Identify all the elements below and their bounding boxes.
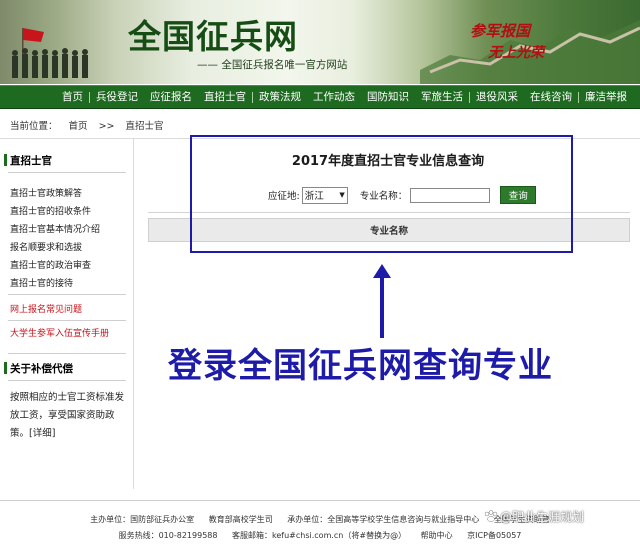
nav-item[interactable]: 国防知识 [361, 86, 415, 108]
sidebar-item-handbook[interactable]: 大学生参军入伍宣传手册 [10, 326, 109, 339]
sidebar-heading-direct-recruit: 直招士官 [4, 154, 52, 167]
nav-list: 首页 兵役登记 应征报名 直招士官 政策法规 工作动态 国防知识 军旅生活 退役风采 在线咨询 廉洁… [0, 86, 640, 108]
sidebar-heading-compensation: 关于补偿代偿 [4, 362, 73, 375]
sidebar-item-faq[interactable]: 网上报名常见问题 [10, 302, 82, 315]
nav-item[interactable]: 军旅生活 [415, 86, 469, 108]
nav-item[interactable]: 在线咨询 [524, 86, 578, 108]
sidebar-divider [8, 380, 126, 381]
header-banner: 全国征兵网 —— 全国征兵报名唯一官方网站 参军报国 无上光荣 [0, 0, 640, 84]
footer-undertaker: 承办单位：全国高等学校学生信息咨询与就业指导中心 [287, 515, 480, 524]
breadcrumb-current[interactable]: 直招士官 [126, 121, 164, 132]
footer-edu-dept: 教育部高校学生司 [208, 515, 273, 524]
main-nav: 首页 兵役登记 应征报名 直招士官 政策法规 工作动态 国防知识 军旅生活 退役风采 在线咨询 廉洁… [0, 85, 640, 109]
sidebar-item-selection[interactable]: 报名顺要求和选拔 [10, 240, 82, 253]
footer-divider [0, 500, 640, 501]
sidebar-divider [8, 320, 126, 321]
watermark-text: @职业生涯规划 [500, 510, 585, 524]
breadcrumb: 当前位置： 首页 >> 直招士官 [10, 118, 172, 132]
footer-hotline: 服务热线：010-82199588 [118, 531, 218, 540]
sidebar-paragraph: 按照相应的士官工资标准发放工资，享受国家资助政策。[详细] [10, 392, 125, 439]
breadcrumb-label: 当前位置： [10, 121, 58, 132]
nav-item[interactable]: 政策法规 [253, 86, 307, 108]
sidebar-divider [8, 294, 126, 295]
nav-item[interactable]: 退役风采 [470, 86, 524, 108]
annotation-caption: 登录全国征兵网查询专业 [168, 346, 553, 386]
nav-item[interactable]: 首页 [56, 86, 89, 108]
sidebar-divider [8, 172, 126, 173]
slogan: 参军报国 无上光荣 [460, 20, 578, 66]
site-title[interactable]: 全国征兵网 [128, 10, 298, 58]
slogan-line-1: 参军报国 [470, 22, 531, 40]
nav-item[interactable]: 直招士官 [198, 86, 252, 108]
nav-item[interactable]: 工作动态 [307, 86, 361, 108]
footer-email: 客服邮箱：kefu#chsi.com.cn（将#替换为@） [232, 531, 407, 540]
footer-organizer: 主办单位：国防部征兵办公室 [90, 515, 195, 524]
nav-item[interactable]: 兵役登记 [90, 86, 144, 108]
footer-help-link[interactable]: 帮助中心 [421, 531, 453, 540]
breadcrumb-separator: >> [98, 121, 115, 132]
up-arrow-icon [373, 264, 391, 338]
breadcrumb-home-link[interactable]: 首页 [69, 121, 88, 132]
nav-item[interactable]: 廉洁举报 [579, 86, 633, 108]
sidebar-divider [8, 353, 126, 354]
footer-icp: 京ICP备05057 [467, 531, 522, 540]
sidebar-item-policy[interactable]: 直招士官政策解答 [10, 186, 82, 199]
sidebar-item-intro[interactable]: 直招士官基本情况介绍 [10, 222, 100, 235]
soldiers-flag-image [12, 28, 88, 78]
watermark-paw-icon [484, 510, 498, 522]
footer-row-contact: 服务热线：010-82199588 客服邮箱：kefu#chsi.com.cn（… [0, 530, 640, 541]
highlight-box [190, 135, 573, 253]
nav-item[interactable]: 应征报名 [144, 86, 198, 108]
slogan-line-2: 无上光荣 [488, 45, 544, 61]
site-subtitle: —— 全国征兵报名唯一官方网站 [197, 59, 348, 71]
sidebar-item-reception[interactable]: 直招士官的接待 [10, 276, 73, 289]
sidebar-item-political-review[interactable]: 直招士官的政治审查 [10, 258, 91, 271]
sidebar-item-conditions[interactable]: 直招士官的招收条件 [10, 204, 91, 217]
sidebar: 直招士官 直招士官政策解答 直招士官的招收条件 直招士官基本情况介绍 报名顺要求… [0, 139, 134, 489]
